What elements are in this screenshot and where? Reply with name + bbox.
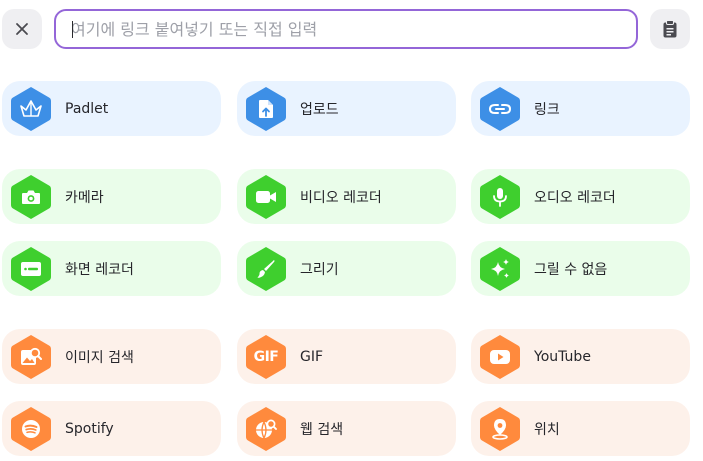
option-label: 그리기 [300, 261, 339, 278]
option-label: 그릴 수 없음 [534, 261, 608, 278]
video-camera-icon [256, 190, 276, 203]
option-label: 카메라 [65, 189, 104, 206]
option-label: 오디오 레코더 [534, 189, 616, 206]
option-gif[interactable]: GIF GIF [237, 329, 456, 384]
spotify-hex-badge [10, 406, 52, 452]
option-label: 화면 레코더 [65, 261, 134, 278]
brush-icon [257, 259, 275, 278]
image-search-icon [21, 347, 42, 365]
gif-hex-badge: GIF [245, 334, 287, 380]
option-screen-recorder[interactable]: 화면 레코더 [2, 241, 221, 296]
ai-image-hex-badge [479, 246, 521, 292]
video-hex-badge [245, 174, 287, 220]
option-web-search[interactable]: 웹 검색 [237, 401, 456, 456]
clipboard-icon [663, 20, 677, 38]
option-video-recorder[interactable]: 비디오 레코더 [237, 169, 456, 224]
link-hex-badge [479, 86, 521, 132]
youtube-icon [490, 349, 510, 364]
option-link[interactable]: 링크 [471, 81, 690, 136]
camera-hex-badge [10, 174, 52, 220]
padlet-hex-badge [10, 86, 52, 132]
option-label: Padlet [65, 100, 109, 117]
draw-hex-badge [245, 246, 287, 292]
option-padlet[interactable]: Padlet [2, 81, 221, 136]
camera-icon [22, 190, 40, 204]
option-location[interactable]: 위치 [471, 401, 690, 456]
option-label: 업로드 [300, 101, 339, 118]
option-camera[interactable]: 카메라 [2, 169, 221, 224]
option-label: GIF [300, 348, 324, 365]
option-upload[interactable]: 업로드 [237, 81, 456, 136]
option-spotify[interactable]: Spotify [2, 401, 221, 456]
upload-hex-badge [245, 86, 287, 132]
sparkles-icon [491, 258, 509, 278]
youtube-hex-badge [479, 334, 521, 380]
option-ai-image[interactable]: 그릴 수 없음 [471, 241, 690, 296]
add-content-panel: Padlet 업로드 링크 [0, 0, 703, 461]
web-search-icon [256, 419, 277, 438]
option-label: Spotify [65, 420, 114, 437]
padlet-logo-icon [20, 99, 42, 117]
screen-record-icon [21, 261, 41, 276]
close-button[interactable] [2, 9, 42, 49]
link-icon [489, 103, 511, 114]
option-audio-recorder[interactable]: 오디오 레코더 [471, 169, 690, 224]
option-label: YouTube [534, 348, 591, 365]
option-youtube[interactable]: YouTube [471, 329, 690, 384]
web-search-hex-badge [245, 406, 287, 452]
text-caret [72, 21, 73, 38]
option-label: 이미지 검색 [65, 349, 134, 366]
gif-icon: GIF [253, 348, 279, 365]
screen-hex-badge [10, 246, 52, 292]
link-input-wrapper [54, 9, 638, 49]
upload-file-icon [259, 99, 273, 118]
option-image-search[interactable]: 이미지 검색 [2, 329, 221, 384]
link-input[interactable] [56, 11, 636, 47]
option-label: 위치 [534, 421, 560, 438]
microphone-icon [493, 187, 507, 207]
close-icon [16, 23, 28, 35]
paste-button[interactable] [650, 9, 690, 49]
option-draw[interactable]: 그리기 [237, 241, 456, 296]
option-label: 웹 검색 [300, 421, 344, 438]
option-label: 링크 [534, 101, 560, 118]
image-search-hex-badge [10, 334, 52, 380]
location-hex-badge [479, 406, 521, 452]
spotify-icon [22, 419, 40, 438]
location-pin-icon [492, 418, 508, 440]
option-label: 비디오 레코더 [300, 189, 382, 206]
audio-hex-badge [479, 174, 521, 220]
